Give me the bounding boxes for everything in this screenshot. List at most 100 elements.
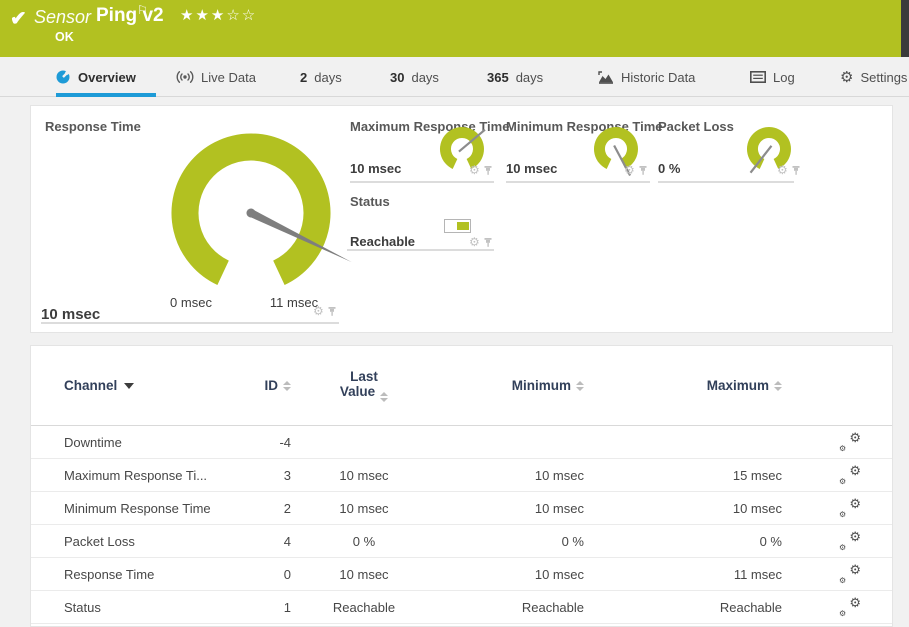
ok-check-icon: ✔ xyxy=(10,6,27,31)
channel-last-value: Reachable xyxy=(291,600,437,615)
mini-gauge-value: 10 msec xyxy=(506,161,557,176)
channel-id: 4 xyxy=(234,534,291,549)
channel-id: -4 xyxy=(234,435,291,450)
tab-365-days[interactable]: 365 days xyxy=(487,57,543,97)
tab-365-days-number: 365 xyxy=(487,70,509,85)
panel-divider xyxy=(347,249,494,251)
channel-last-value: 10 msec xyxy=(291,567,437,582)
mini-panel-icons: ⚙ xyxy=(469,164,493,176)
header-last-value[interactable]: Last Value xyxy=(291,369,437,402)
pin-icon[interactable] xyxy=(327,305,337,317)
main-gauge-title: Response Time xyxy=(45,119,141,134)
window-edge xyxy=(901,0,909,57)
channel-name[interactable]: Downtime xyxy=(64,435,234,450)
channel-maximum: 0 % xyxy=(584,534,782,549)
pin-icon[interactable] xyxy=(483,164,493,176)
prtg-sensor-page: ✔ Sensor Ping v2 ⚐ ★★★☆☆ OK Overview Liv xyxy=(0,0,909,627)
tab-2-days-unit: days xyxy=(314,70,341,85)
status-toggle[interactable] xyxy=(444,219,471,233)
log-list-icon xyxy=(750,71,766,83)
sort-arrows-icon xyxy=(576,381,584,391)
channel-maximum: 15 msec xyxy=(584,468,782,483)
channel-last-value: 0 % xyxy=(291,534,437,549)
header-maximum[interactable]: Maximum xyxy=(584,378,782,393)
mini-gauge-title: Packet Loss xyxy=(658,119,734,134)
tab-live-data-label: Live Data xyxy=(201,70,256,85)
table-row: Packet Loss 4 0 % 0 % 0 % ⚙ ⚙ xyxy=(31,525,892,558)
tab-settings-label: Settings xyxy=(860,70,907,85)
channel-maximum: 11 msec xyxy=(584,567,782,582)
channel-settings-icon[interactable]: ⚙ ⚙ xyxy=(839,466,861,484)
channel-name[interactable]: Status xyxy=(64,600,234,615)
channel-minimum: 10 msec xyxy=(437,468,584,483)
panel-divider xyxy=(41,322,339,324)
table-row: Minimum Response Time 2 10 msec 10 msec … xyxy=(31,492,892,525)
header-id[interactable]: ID xyxy=(234,378,291,393)
channel-settings-icon[interactable]: ⚙ ⚙ xyxy=(839,433,861,451)
channel-id: 0 xyxy=(234,567,291,582)
live-signal-icon xyxy=(176,70,194,84)
channel-minimum: 10 msec xyxy=(437,501,584,516)
mini-gauge-value: 10 msec xyxy=(350,161,401,176)
tab-settings[interactable]: ⚙ Settings xyxy=(840,57,907,97)
panel-divider xyxy=(350,181,494,183)
sort-arrows-icon xyxy=(283,381,291,391)
flag-icon[interactable]: ⚐ xyxy=(137,3,148,17)
tab-historic-data[interactable]: Historic Data xyxy=(598,57,695,97)
priority-stars[interactable]: ★★★☆☆ xyxy=(180,6,257,24)
channel-name[interactable]: Packet Loss xyxy=(64,534,234,549)
channel-name[interactable]: Maximum Response Ti... xyxy=(64,468,234,483)
gear-icon[interactable]: ⚙ xyxy=(313,305,324,317)
main-gauge-value: 10 msec xyxy=(41,306,100,323)
channel-minimum: Reachable xyxy=(437,600,584,615)
channel-settings-icon[interactable]: ⚙ ⚙ xyxy=(839,598,861,616)
gear-icon[interactable]: ⚙ xyxy=(469,236,480,248)
status-panel-icons: ⚙ xyxy=(469,236,493,248)
gear-icon[interactable]: ⚙ xyxy=(624,164,635,176)
overview-card: Response Time 0 msec 11 msec 10 msec ⚙ M… xyxy=(30,105,893,333)
historic-chart-icon xyxy=(598,71,614,84)
pin-icon[interactable] xyxy=(638,164,648,176)
pin-icon[interactable] xyxy=(791,164,801,176)
tab-2-days[interactable]: 2 days xyxy=(300,57,342,97)
gauge-scale-min: 0 msec xyxy=(161,295,221,310)
tab-2-days-number: 2 xyxy=(300,70,307,85)
channel-last-value: 10 msec xyxy=(291,468,437,483)
sensor-name: Ping v2 xyxy=(96,5,164,27)
channel-settings-icon[interactable]: ⚙ ⚙ xyxy=(839,499,861,517)
pin-icon[interactable] xyxy=(483,236,493,248)
channel-name[interactable]: Response Time xyxy=(64,567,234,582)
gear-icon[interactable]: ⚙ xyxy=(777,164,788,176)
table-row: Downtime -4 ⚙ ⚙ xyxy=(31,426,892,459)
table-body: Downtime -4 ⚙ ⚙ Maximum Response Ti... 3… xyxy=(31,426,892,624)
header-minimum[interactable]: Minimum xyxy=(437,378,584,393)
tab-bar: Overview Live Data 2 days 30 days 365 da… xyxy=(0,57,909,97)
table-row: Status 1 Reachable Reachable Reachable ⚙… xyxy=(31,591,892,624)
tab-log[interactable]: Log xyxy=(750,57,795,97)
tab-overview[interactable]: Overview xyxy=(55,57,136,97)
channel-settings-icon[interactable]: ⚙ ⚙ xyxy=(839,565,861,583)
tab-365-days-unit: days xyxy=(516,70,543,85)
channel-minimum: 0 % xyxy=(437,534,584,549)
channel-name[interactable]: Minimum Response Time xyxy=(64,501,234,516)
panel-divider xyxy=(658,181,794,183)
sensor-status-banner: ✔ Sensor Ping v2 ⚐ ★★★☆☆ OK xyxy=(0,0,901,57)
tab-overview-label: Overview xyxy=(78,70,136,85)
channel-settings-icon[interactable]: ⚙ ⚙ xyxy=(839,532,861,550)
table-row: Response Time 0 10 msec 10 msec 11 msec … xyxy=(31,558,892,591)
tab-live-data[interactable]: Live Data xyxy=(176,57,256,97)
mini-panel-icons: ⚙ xyxy=(624,164,648,176)
tab-log-label: Log xyxy=(773,70,795,85)
channel-maximum: Reachable xyxy=(584,600,782,615)
channel-last-value: 10 msec xyxy=(291,501,437,516)
sort-arrows-icon xyxy=(774,381,782,391)
status-toggle-knob xyxy=(457,222,469,230)
sort-arrows-icon xyxy=(380,392,388,402)
channel-minimum: 10 msec xyxy=(437,567,584,582)
response-time-gauge xyxy=(161,123,341,303)
channel-table-card: Channel ID Last Value Minimum Maximum xyxy=(30,345,893,627)
main-panel-icons: ⚙ xyxy=(313,305,337,317)
tab-30-days[interactable]: 30 days xyxy=(390,57,439,97)
header-channel[interactable]: Channel xyxy=(64,378,234,393)
gear-icon[interactable]: ⚙ xyxy=(469,164,480,176)
